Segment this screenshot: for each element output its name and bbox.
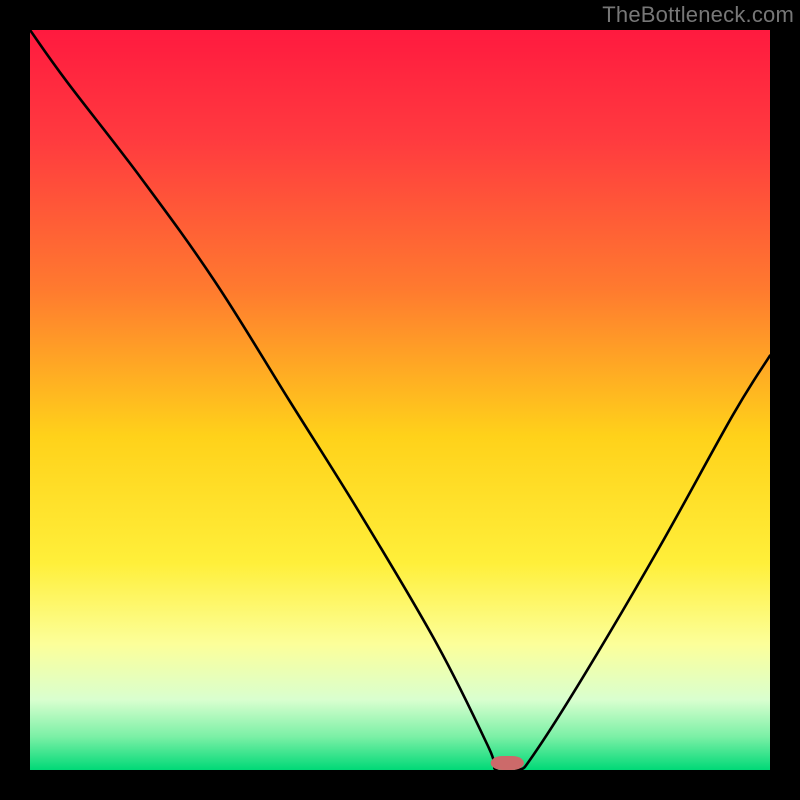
gradient-background bbox=[30, 30, 770, 770]
chart-svg bbox=[30, 30, 770, 770]
chart-frame: TheBottleneck.com bbox=[0, 0, 800, 800]
optimal-marker bbox=[491, 756, 524, 770]
plot-area bbox=[30, 30, 770, 770]
watermark-text: TheBottleneck.com bbox=[602, 2, 794, 28]
